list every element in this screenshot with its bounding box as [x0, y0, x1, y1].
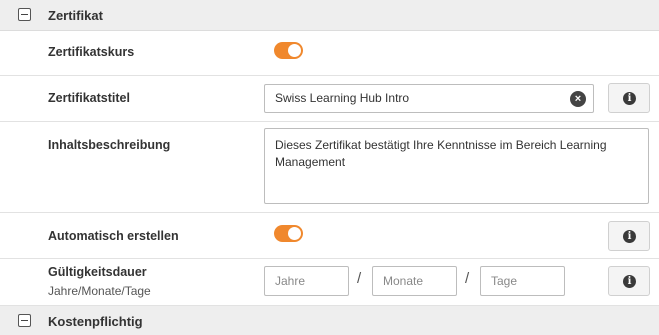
toggle-knob: [288, 227, 301, 240]
row-zertifikatskurs: Zertifikatskurs: [0, 31, 659, 76]
tage-input[interactable]: Tage: [480, 266, 565, 296]
section-header-kostenpflichtig[interactable]: Kostenpflichtig: [0, 306, 659, 335]
separator: /: [357, 270, 362, 287]
input-value: Swiss Learning Hub Intro: [275, 91, 410, 105]
info-icon: i: [623, 275, 636, 288]
field-label: Inhaltsbeschreibung: [48, 138, 171, 152]
info-button-gueltigkeitsdauer[interactable]: i: [608, 266, 650, 296]
input-placeholder: Tage: [491, 274, 518, 288]
row-automatisch-erstellen: Automatisch erstellen i: [0, 213, 659, 259]
row-gueltigkeitsdauer: Gültigkeitsdauer Jahre/Monate/Tage Jahre…: [0, 259, 659, 306]
field-label: Zertifikatstitel: [48, 91, 130, 105]
row-inhaltsbeschreibung: Inhaltsbeschreibung Dieses Zertifikat be…: [0, 122, 659, 213]
field-label: Zertifikatskurs: [48, 45, 135, 59]
section-title: Zertifikat: [48, 8, 103, 23]
separator: /: [465, 270, 470, 287]
field-label: Gültigkeitsdauer: [48, 265, 147, 279]
collapse-icon[interactable]: [18, 8, 31, 21]
toggle-knob: [288, 44, 301, 57]
zertifikatskurs-toggle[interactable]: [274, 42, 303, 59]
info-button-automatisch-erstellen[interactable]: i: [608, 221, 650, 251]
input-placeholder: Jahre: [275, 274, 306, 288]
collapse-icon[interactable]: [18, 314, 31, 327]
jahre-input[interactable]: Jahre: [264, 266, 349, 296]
section-header-zertifikat[interactable]: Zertifikat: [0, 0, 659, 31]
info-button-zertifikatstitel[interactable]: i: [608, 83, 650, 113]
automatisch-erstellen-toggle[interactable]: [274, 225, 303, 242]
info-icon: i: [623, 230, 636, 243]
row-zertifikatstitel: Zertifikatstitel Swiss Learning Hub Intr…: [0, 76, 659, 122]
inhaltsbeschreibung-textarea[interactable]: Dieses Zertifikat bestätigt Ihre Kenntni…: [264, 128, 649, 204]
field-sublabel: Jahre/Monate/Tage: [48, 284, 151, 298]
zertifikatstitel-input[interactable]: Swiss Learning Hub Intro: [264, 84, 594, 113]
input-placeholder: Monate: [383, 274, 424, 288]
clear-icon[interactable]: ×: [570, 91, 586, 107]
info-icon: i: [623, 92, 636, 105]
field-label: Automatisch erstellen: [48, 229, 179, 243]
section-title: Kostenpflichtig: [48, 314, 143, 329]
monate-input[interactable]: Monate: [372, 266, 457, 296]
